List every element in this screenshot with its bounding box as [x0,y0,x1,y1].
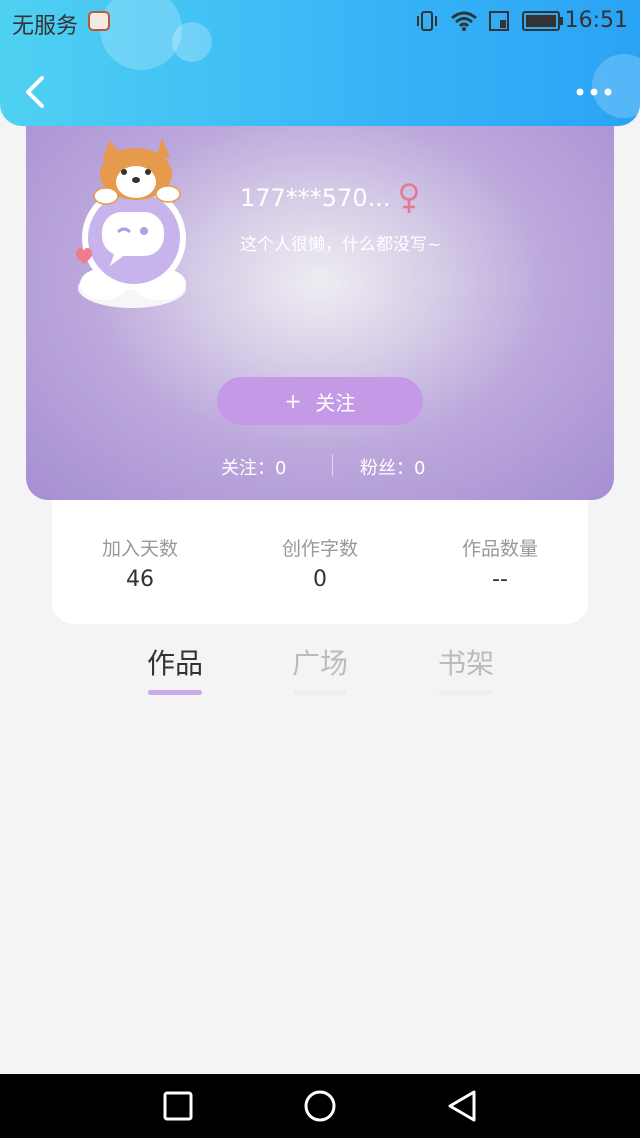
carrier-text: 无服务 [12,14,79,39]
stat-join-days: 加入天数 46 [60,534,220,592]
tab-indicator [293,690,347,695]
social-stats: 关注：0 粉丝：0 [26,452,614,482]
tab-label: 广场 [291,647,348,680]
top-header: 无服务 16:51 [0,0,640,126]
profile-card: 177***570... 这个人很懒，什么都没写~ + 关注 关注：0 粉丝：0 [26,104,614,500]
tab-label: 作品 [146,647,203,680]
username: 177***570... [240,184,391,212]
follow-button[interactable]: + 关注 [217,377,423,425]
more-button[interactable] [574,84,614,100]
stat-value: 46 [126,567,154,592]
female-icon [400,183,418,213]
home-button[interactable] [300,1088,340,1124]
tab-indicator [148,690,202,695]
tab-bookshelf[interactable]: 书架 [421,642,511,695]
stat-word-count: 创作字数 0 [240,534,400,592]
tab-works[interactable]: 作品 [130,642,220,695]
divider [332,454,333,476]
wifi-icon [451,11,477,31]
avatar[interactable] [74,138,204,318]
app-notification-icon [88,11,110,31]
tab-square[interactable]: 广场 [275,642,365,695]
stat-value: -- [492,567,508,592]
stat-value: 0 [313,567,327,592]
clock: 16:51 [564,8,628,33]
bio-text: 这个人很懒，什么都没写~ [240,235,442,255]
content-tabs: 作品 广场 书架 [0,640,640,700]
back-button[interactable] [20,72,52,112]
battery-icon [522,11,563,31]
tab-label: 书架 [437,647,494,680]
follow-label: 关注 [315,390,356,415]
following-count[interactable]: 关注：0 [221,454,286,480]
tab-indicator [439,690,493,695]
stat-label: 加入天数 [101,538,178,560]
sim-icon [489,11,509,31]
plus-icon: + [284,389,302,413]
stat-label: 创作字数 [281,538,358,560]
vibrate-icon [417,11,437,31]
system-nav-bar [0,1074,640,1138]
stat-label: 作品数量 [461,538,538,560]
status-bar: 无服务 16:51 [0,0,640,44]
recent-apps-button[interactable] [158,1088,198,1124]
system-back-button[interactable] [442,1088,482,1124]
stat-works-count: 作品数量 -- [420,534,580,592]
fans-count[interactable]: 粉丝：0 [360,454,425,480]
